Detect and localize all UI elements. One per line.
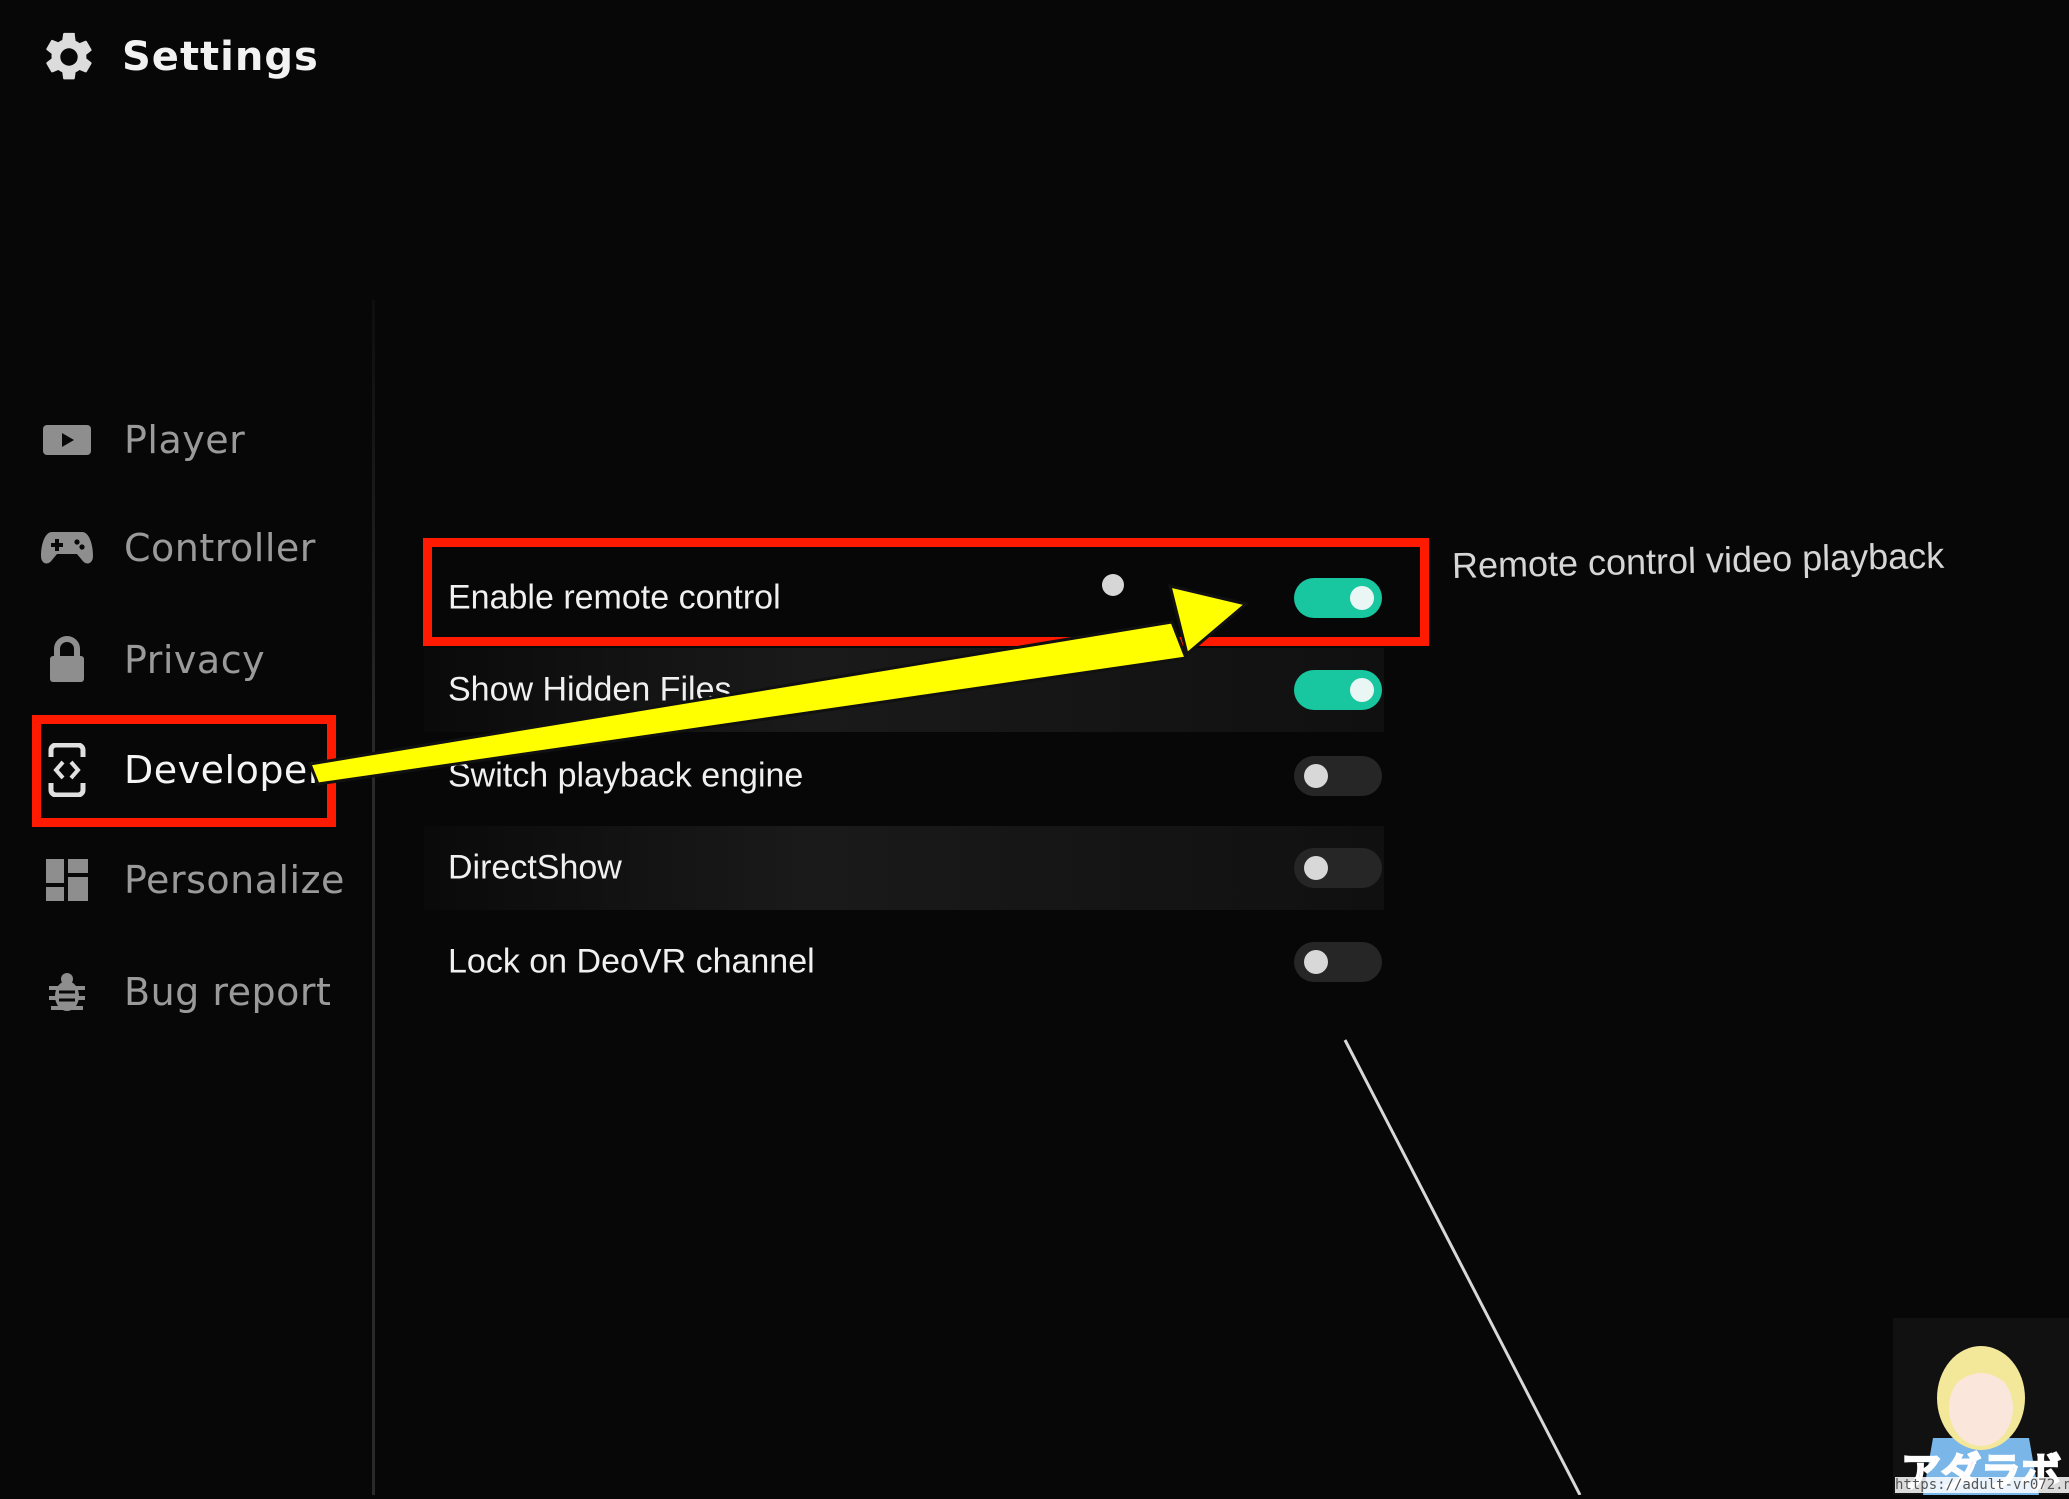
- watermark-url: https://adult-vr072.net: [1895, 1477, 2069, 1493]
- arrow-shaft: [307, 620, 1189, 786]
- vr-pointer-ray: [1343, 1039, 1582, 1495]
- watermark: アダラボ https://adult-vr072.net: [1893, 1318, 2069, 1497]
- watermark-mascot: アダラボ: [1893, 1318, 2069, 1497]
- annotation-layer: [307, 583, 1582, 1495]
